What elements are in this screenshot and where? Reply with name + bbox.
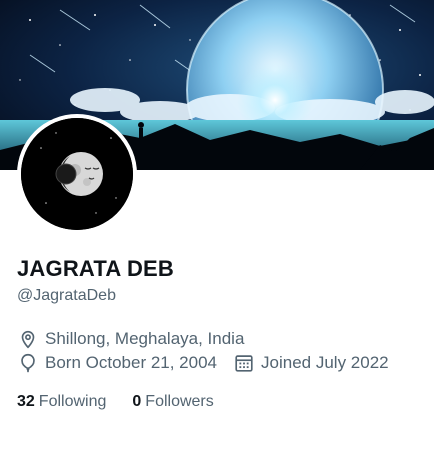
joined-text: Joined July 2022 xyxy=(261,353,389,372)
follow-stats: 32 Following 0 Followers xyxy=(17,393,240,411)
followers-link[interactable]: 0 Followers xyxy=(132,393,213,411)
followers-label: Followers xyxy=(145,393,214,410)
birthday-item: Born October 21, 2004 xyxy=(17,352,217,374)
followers-count: 0 xyxy=(132,393,142,410)
following-label: Following xyxy=(38,393,107,410)
profile-meta-row-2: Born October 21, 2004 Joined July 2022 xyxy=(17,352,405,374)
birthday-text: Born October 21, 2004 xyxy=(45,353,218,372)
profile-handle: @JagrataDeb xyxy=(17,287,116,304)
location-text: Shillong, Meghalaya, India xyxy=(45,329,245,348)
joined-item: Joined July 2022 xyxy=(233,352,389,374)
profile-name: JAGRATA DEB xyxy=(17,256,175,281)
location-pin-icon xyxy=(17,328,39,350)
location-item: Shillong, Meghalaya, India xyxy=(17,328,244,350)
following-link[interactable]: 32 Following xyxy=(17,393,106,411)
following-count: 32 xyxy=(17,393,35,410)
profile-meta-row-1: Shillong, Meghalaya, India xyxy=(17,328,260,350)
avatar-image xyxy=(21,118,133,230)
calendar-icon xyxy=(233,352,255,374)
balloon-icon xyxy=(17,352,39,374)
avatar[interactable] xyxy=(17,114,137,234)
